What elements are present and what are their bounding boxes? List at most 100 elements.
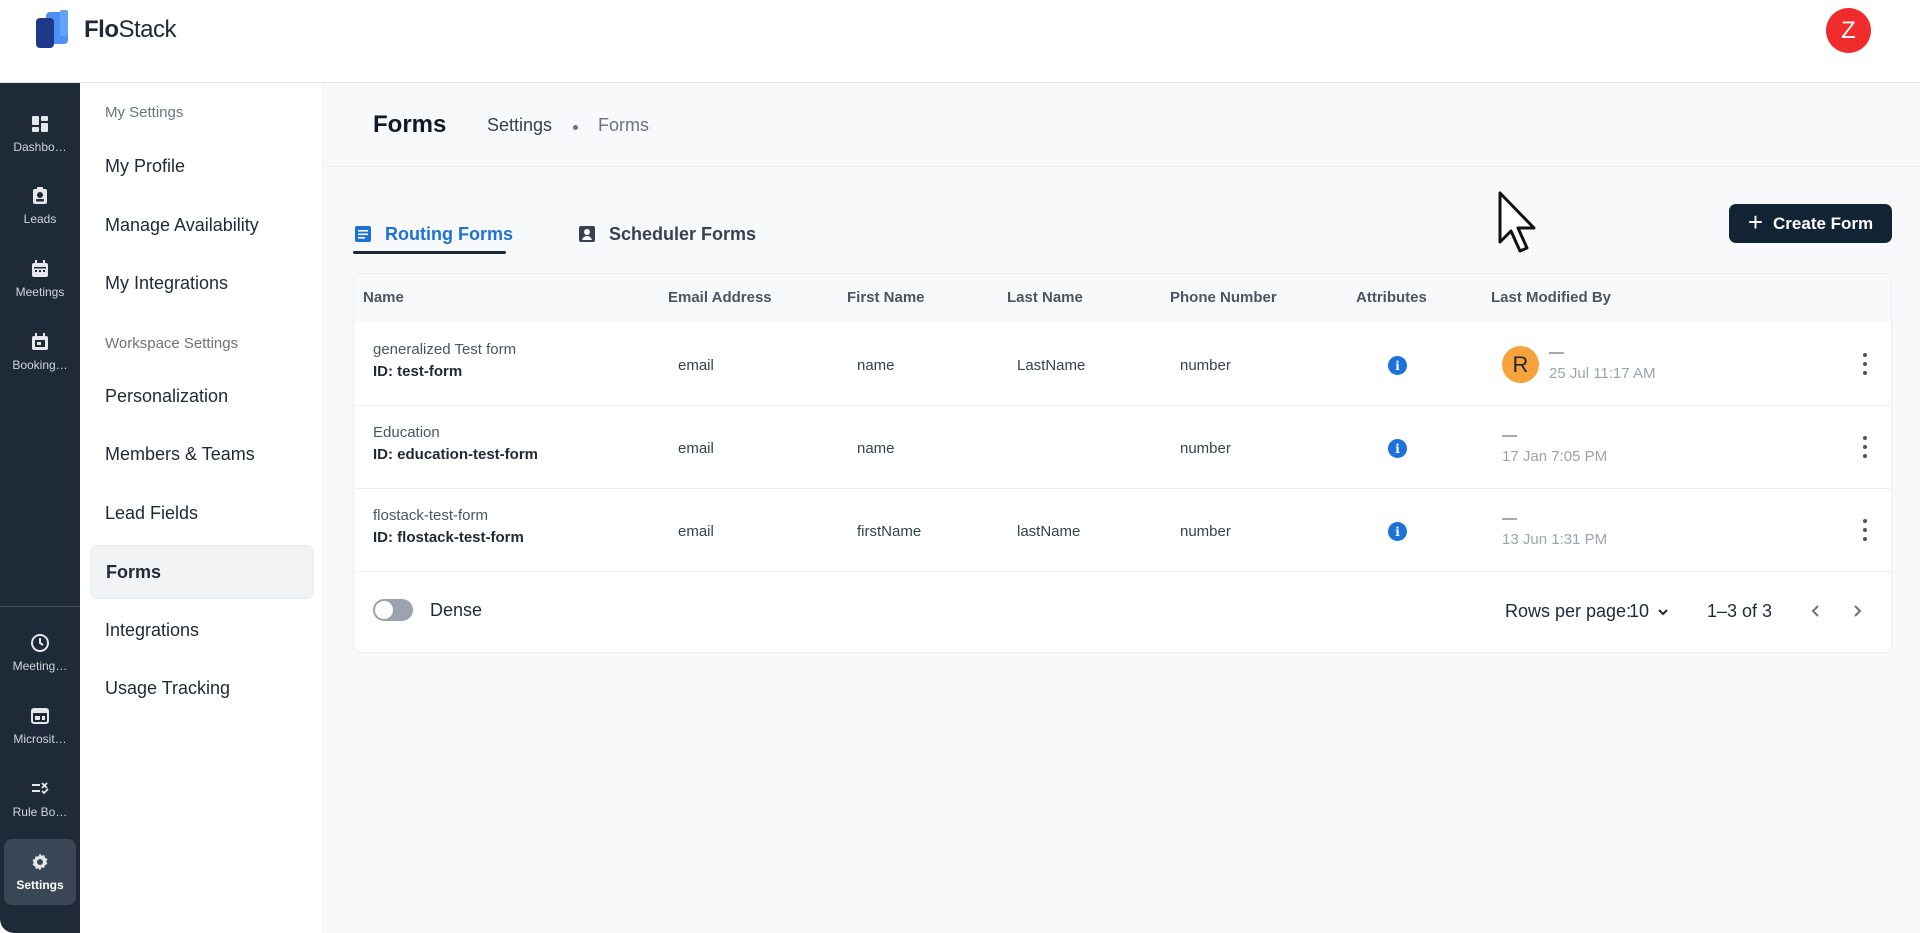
table-footer: Dense Rows per page: 10 1–3 of 3 <box>354 574 1891 652</box>
nav-personalization[interactable]: Personalization <box>90 369 314 423</box>
rail-item-microsites[interactable]: Microsit… <box>4 693 76 759</box>
pagination-range: 1–3 of 3 <box>1707 601 1773 621</box>
rail-item-booking[interactable]: Booking… <box>4 319 76 385</box>
rows-per-page-label: Rows per page: <box>1505 601 1632 621</box>
more-vert-icon[interactable] <box>1862 519 1868 541</box>
table-row[interactable]: generalized Test form ID: test-form emai… <box>354 323 1891 406</box>
column-header-email[interactable]: Email Address <box>668 289 772 306</box>
breadcrumb-separator <box>573 125 578 130</box>
first-name-cell: name <box>857 440 895 457</box>
column-header-attributes[interactable]: Attributes <box>1356 289 1427 306</box>
modified-date: 17 Jan 7:05 PM <box>1502 448 1608 465</box>
nav-lead-fields[interactable]: Lead Fields <box>90 486 314 540</box>
rail-divider <box>0 606 80 607</box>
main-content: Forms Settings Forms Routing Forms Sched… <box>323 83 1920 933</box>
top-bar: FloStack Z <box>0 0 1920 83</box>
rail-label: Meetings <box>15 285 65 299</box>
tab-scheduler-forms[interactable]: Scheduler Forms <box>577 209 756 259</box>
column-header-phone[interactable]: Phone Number <box>1170 289 1277 306</box>
modifier-name: — <box>1549 344 1564 361</box>
chevron-left-icon <box>1811 605 1819 617</box>
nav-my-integrations[interactable]: My Integrations <box>90 256 314 310</box>
table-row[interactable]: Education ID: education-test-form email … <box>354 406 1891 489</box>
more-vert-icon[interactable] <box>1862 436 1868 458</box>
modified-date: 13 Jun 1:31 PM <box>1502 531 1608 548</box>
flostack-logo[interactable]: FloStack <box>36 10 177 50</box>
form-name: generalized Test form <box>373 341 517 358</box>
more-vert-icon[interactable] <box>1862 353 1868 375</box>
microsite-icon <box>31 708 49 724</box>
form-id: ID: flostack-test-form <box>373 529 524 546</box>
column-header-first-name[interactable]: First Name <box>847 289 925 306</box>
breadcrumb-forms: Forms <box>598 115 649 135</box>
nav-forms[interactable]: Forms <box>90 545 314 599</box>
last-name-cell: LastName <box>1017 357 1086 374</box>
form-name: flostack-test-form <box>373 507 489 524</box>
phone-cell: number <box>1180 523 1231 540</box>
nav-members-teams[interactable]: Members & Teams <box>90 427 314 481</box>
email-cell: email <box>678 357 714 374</box>
phone-cell: number <box>1180 440 1231 457</box>
create-form-button[interactable]: + Create Form <box>1729 204 1892 243</box>
rail-item-meeting-types[interactable]: Meeting… <box>4 620 76 686</box>
info-icon[interactable]: i <box>1388 439 1407 458</box>
nav-manage-availability[interactable]: Manage Availability <box>90 198 314 252</box>
tab-label: Routing Forms <box>385 223 513 244</box>
column-header-last-modified[interactable]: Last Modified By <box>1491 289 1611 306</box>
previous-page-button[interactable] <box>1803 598 1829 624</box>
rail-item-dashboard[interactable]: Dashbo… <box>4 101 76 167</box>
rail-item-meetings[interactable]: Meetings <box>4 246 76 312</box>
document-icon <box>355 226 371 242</box>
page-header: Forms Settings Forms <box>323 83 1920 167</box>
form-id: ID: test-form <box>373 363 463 380</box>
nav-integrations[interactable]: Integrations <box>90 603 314 657</box>
workspace-settings-header: Workspace Settings <box>105 335 239 352</box>
rail-item-settings[interactable]: Settings <box>4 839 76 905</box>
create-form-label: Create Form <box>1773 213 1874 233</box>
active-tab-indicator <box>353 251 506 254</box>
rail-label: Microsit… <box>13 732 67 746</box>
logo-mark-icon <box>36 10 78 50</box>
modifier-name: — <box>1502 427 1517 444</box>
email-cell: email <box>678 523 714 540</box>
rail-item-rule-book[interactable]: Rule Bo… <box>4 766 76 832</box>
first-name-cell: name <box>857 357 895 374</box>
breadcrumb-settings[interactable]: Settings <box>487 115 552 136</box>
info-icon[interactable]: i <box>1388 356 1407 375</box>
dashboard-icon <box>32 116 48 132</box>
user-avatar[interactable]: Z <box>1826 8 1871 53</box>
booking-calendar-icon <box>32 333 48 350</box>
dense-toggle[interactable] <box>373 599 413 621</box>
form-name: Education <box>373 424 440 441</box>
settings-sidebar: My Settings My Profile Manage Availabili… <box>80 83 323 933</box>
rows-per-page-value: 10 <box>1629 601 1650 621</box>
page-title: Forms <box>373 111 447 138</box>
column-header-last-name[interactable]: Last Name <box>1007 289 1083 306</box>
nav-my-profile[interactable]: My Profile <box>90 139 314 193</box>
table-row[interactable]: flostack-test-form ID: flostack-test-for… <box>354 489 1891 572</box>
next-page-button[interactable] <box>1844 598 1870 624</box>
rail-label: Booking… <box>12 358 68 372</box>
rail-item-leads[interactable]: Leads <box>4 173 76 239</box>
my-settings-header: My Settings <box>105 104 184 121</box>
rows-per-page-select[interactable]: 10 <box>1629 601 1669 622</box>
column-header-name[interactable]: Name <box>363 289 404 306</box>
form-id: ID: education-test-form <box>373 446 538 463</box>
logo-text: FloStack <box>84 16 177 43</box>
info-icon[interactable]: i <box>1388 522 1407 541</box>
plus-icon: + <box>1747 207 1764 237</box>
table-header: Name Email Address First Name Last Name … <box>354 274 1891 322</box>
rule-icon <box>32 782 49 795</box>
first-name-cell: firstName <box>857 523 922 540</box>
rail-label: Leads <box>23 212 57 226</box>
mouse-cursor-icon <box>1498 191 1536 253</box>
leads-icon <box>33 187 47 204</box>
gear-icon <box>32 853 48 871</box>
calendar-icon <box>32 260 48 277</box>
rail-label: Meeting… <box>12 659 68 673</box>
nav-usage-tracking[interactable]: Usage Tracking <box>90 661 314 715</box>
rail-label: Rule Bo… <box>12 805 68 819</box>
tab-label: Scheduler Forms <box>609 223 757 244</box>
last-name-cell: lastName <box>1017 523 1081 540</box>
rail-label: Dashbo… <box>13 140 67 154</box>
